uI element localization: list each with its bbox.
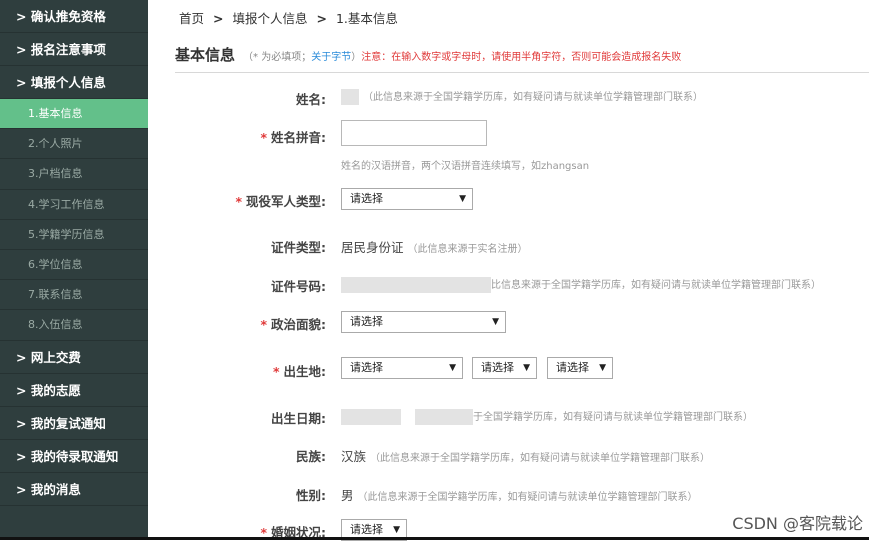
chevron-down-icon: ▼ [459,194,466,204]
asterisk-icon: * [235,194,242,209]
main-content: 首页 > 填报个人信息 > 1.基本信息 基本信息 （* 为必填项；关于字节）注意… [148,0,869,541]
id-number-label: 证件号码: [271,279,326,294]
breadcrumb-current: 1.基本信息 [335,11,398,26]
chevron-down-icon: ▼ [599,363,606,373]
sidebar-subitem-5[interactable]: 3.户档信息 [0,159,148,190]
pinyin-hint: 姓名的汉语拼音，两个汉语拼音连续填写，如zhangsan [341,161,590,172]
sidebar-subitem-8[interactable]: 6.学位信息 [0,250,148,281]
id-number-hint: 比信息来源于全国学籍学历库，如有疑问请与就读单位学籍管理部门联系） [491,280,821,291]
birthdate-value: 于全国学籍学历库，如有疑问请与就读单位学籍管理部门联系） [341,408,753,425]
redacted-id-number [341,276,491,293]
input-warning: 注意：在输入数字或字母时，请使用半角字符，否则可能会造成报名失败 [361,52,682,63]
breadcrumb-separator: > [316,11,327,26]
name-value: （此信息来源于全国学籍学历库，如有疑问请与就读单位学籍管理部门联系） [341,88,703,105]
birthdate-hint: 于全国学籍学历库，如有疑问请与就读单位学籍管理部门联系） [472,412,753,423]
sidebar-subitem-3[interactable]: 1.基本信息 [0,99,148,130]
sidebar-item-15[interactable]: > 我的消息 [0,473,148,506]
name-hint: （此信息来源于全国学籍学历库，如有疑问请与就读单位学籍管理部门联系） [362,92,703,103]
watermark: CSDN @客院载论 [732,514,863,533]
sidebar-subitem-4[interactable]: 2.个人照片 [0,129,148,160]
id-number-value: 比信息来源于全国学籍学历库，如有疑问请与就读单位学籍管理部门联系） [341,276,821,293]
page-title: 基本信息 [175,46,236,64]
sidebar-item-1[interactable]: > 报名注意事项 [0,33,148,66]
sidebar-item-2[interactable]: > 填报个人信息 [0,66,148,99]
asterisk-icon: * [272,364,280,379]
about-link[interactable]: 关于字节 [311,52,351,63]
chevron-down-icon: ▼ [449,363,456,373]
ethnicity-label: 民族: [296,449,326,464]
sidebar: > 确认推免资格 > 报名注意事项 > 填报个人信息 1.基本信息 2.个人照片 3.户档… [0,0,148,540]
redacted-name [341,88,359,105]
political-label: * 政治面貌: [260,317,326,332]
birthdate-label: 出生日期: [271,411,326,426]
breadcrumb-level2[interactable]: 填报个人信息 [232,11,307,26]
id-type-label: 证件类型: [271,240,326,255]
breadcrumb-separator: > [213,11,224,26]
breadcrumb: 首页 > 填报个人信息 > 1.基本信息 [179,8,398,27]
military-select[interactable]: 请选择 ▼ [341,188,473,210]
gender-value: 男 （此信息来源于全国学籍学历库，如有疑问请与就读单位学籍管理部门联系） [341,488,698,503]
id-type-value: 居民身份证 （此信息来源于实名注册） [341,240,528,255]
asterisk-icon: * [260,317,267,332]
sidebar-subitem-10[interactable]: 8.入伍信息 [0,310,148,341]
birthplace-label: * 出生地: [272,364,326,379]
redacted-birthdate [341,408,401,425]
sidebar-item-0[interactable]: > 确认推免资格 [0,0,148,33]
birthplace-province-select[interactable]: 请选择 ▼ [341,357,463,379]
birthplace-city-select[interactable]: 请选择 ▼ [472,357,537,379]
sidebar-item-14[interactable]: > 我的待录取通知 [0,440,148,473]
name-label: 姓名: [296,92,326,107]
sidebar-item-12[interactable]: > 我的志愿 [0,374,148,407]
gender-hint: （此信息来源于全国学籍学历库，如有疑问请与就读单位学籍管理部门联系） [357,492,698,503]
pinyin-label: * 姓名拼音: [260,130,326,145]
sidebar-item-13[interactable]: > 我的复试通知 [0,407,148,440]
asterisk-icon: * [260,130,267,145]
id-type-hint: （此信息来源于实名注册） [407,244,528,255]
birthplace-county-select[interactable]: 请选择 ▼ [547,357,613,379]
chevron-down-icon: ▼ [523,363,530,373]
section-header: 基本信息 （* 为必填项；关于字节）注意：在输入数字或字母时，请使用半角字符，否则… [175,44,869,73]
sidebar-subitem-6[interactable]: 4.学习工作信息 [0,190,148,220]
ethnicity-hint: （此信息来源于全国学籍学历库，如有疑问请与就读单位学籍管理部门联系） [370,453,710,464]
ethnicity-value: 汉族 （此信息来源于全国学籍学历库，如有疑问请与就读单位学籍管理部门联系） [341,449,710,464]
gender-label: 性别: [296,488,326,503]
pinyin-input[interactable] [341,120,487,146]
redacted-birthdate-extra [414,408,473,425]
sidebar-subitem-9[interactable]: 7.联系信息 [0,280,148,311]
breadcrumb-home[interactable]: 首页 [179,11,204,26]
military-label: * 现役军人类型: [235,194,326,209]
sidebar-subitem-7[interactable]: 5.学籍学历信息 [0,220,148,250]
political-select[interactable]: 请选择 ▼ [341,311,506,333]
sidebar-item-11[interactable]: > 网上交费 [0,341,148,374]
required-note: （* 为必填项；关于字节）注意：在输入数字或字母时，请使用半角字符，否则可能会造… [243,52,682,63]
chevron-down-icon: ▼ [492,317,499,327]
